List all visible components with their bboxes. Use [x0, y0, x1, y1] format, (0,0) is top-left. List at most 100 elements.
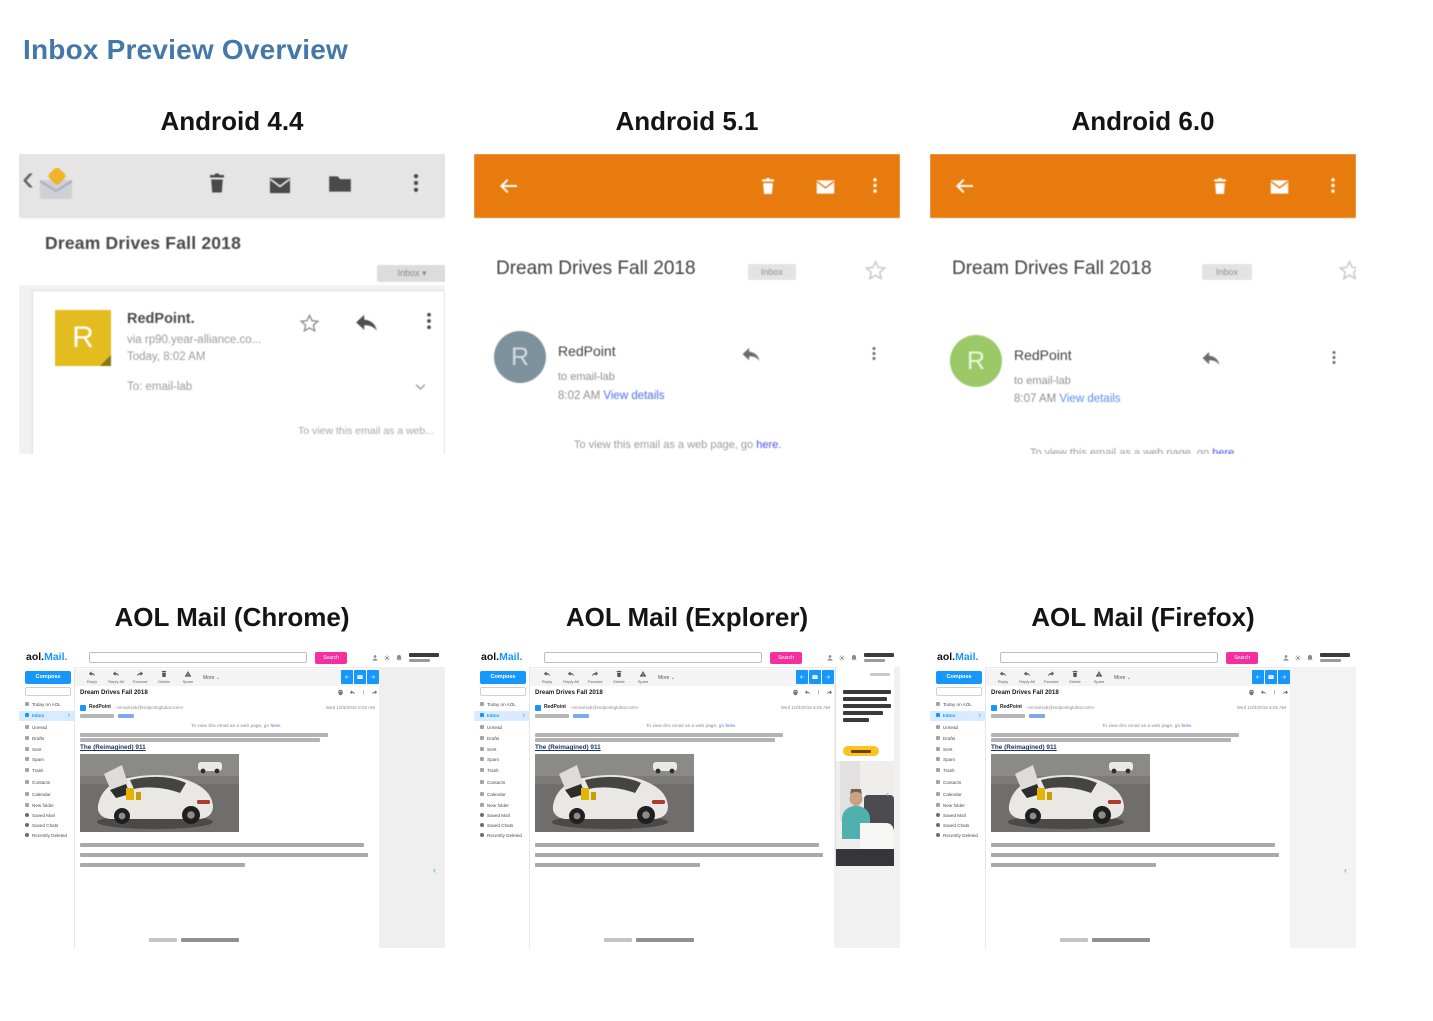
notifications-bell-icon[interactable]	[1306, 654, 1314, 662]
view-details-link[interactable]: View details	[603, 390, 664, 402]
sidebar-item-new-folder[interactable]: New folder	[930, 801, 986, 811]
sidebar-item-drafts[interactable]: Drafts	[19, 734, 75, 744]
search-contacts-input[interactable]	[480, 687, 526, 696]
spam-button[interactable]: Spam	[177, 670, 199, 684]
print-icon[interactable]	[1248, 689, 1255, 696]
forward-button[interactable]: Forward	[1040, 670, 1062, 684]
forward-icon[interactable]	[371, 689, 378, 696]
settings-gear-icon[interactable]	[1294, 654, 1302, 662]
sidebar-item-unread[interactable]: Unread	[930, 723, 986, 733]
more-menu[interactable]: More ⌄	[658, 675, 675, 681]
mark-unread-button[interactable]	[809, 670, 821, 684]
preview-aol-firefox[interactable]: aol.Mail. Search Compose Today on AOL In…	[930, 648, 1356, 948]
sidebar-item-trash[interactable]: Trash	[19, 766, 75, 776]
sidebar-item-sent[interactable]: Sent	[19, 745, 75, 755]
forward-icon[interactable]	[1282, 689, 1289, 696]
overflow-menu-icon[interactable]	[866, 342, 882, 365]
mark-unread-button[interactable]	[354, 670, 366, 684]
preview-aol-chrome[interactable]: aol.Mail. Search Compose Today on AOL In…	[19, 648, 445, 948]
next-message-button[interactable]	[1278, 670, 1290, 684]
compose-button[interactable]: Compose	[25, 671, 71, 684]
reply-icon[interactable]	[1260, 689, 1267, 696]
sidebar-item-trash[interactable]: Trash	[930, 766, 986, 776]
search-contacts-input[interactable]	[936, 687, 982, 696]
sidebar-item-saved-chats[interactable]: Saved Chats	[19, 821, 75, 831]
preview-android-6-0[interactable]: Dream Drives Fall 2018 Inbox R RedPoint …	[930, 154, 1356, 454]
compose-button[interactable]: Compose	[936, 671, 982, 684]
footer-link-placeholder[interactable]	[1092, 938, 1150, 942]
sidebar-item-calendar[interactable]: Calendar	[19, 790, 75, 800]
ad-panel[interactable]: ‹	[835, 667, 894, 866]
back-icon[interactable]: ‹	[22, 160, 34, 196]
label-chip[interactable]: Inbox ▾	[377, 265, 445, 282]
reply-icon[interactable]	[1200, 348, 1222, 370]
slider-chevron-icon[interactable]: ‹	[886, 789, 889, 799]
web-note-link[interactable]: here.	[1212, 447, 1237, 454]
more-menu[interactable]: More ⌄	[1114, 675, 1131, 681]
chevron-down-icon[interactable]	[413, 379, 428, 394]
reply-all-button[interactable]: Reply All	[560, 670, 582, 684]
delete-button[interactable]: Delete	[153, 670, 175, 684]
search-contacts-input[interactable]	[25, 687, 71, 696]
sidebar-item-contacts[interactable]: Contacts	[19, 778, 75, 788]
sidebar-item-saved-mail[interactable]: Saved Mail	[474, 811, 530, 821]
reply-button[interactable]: Reply	[536, 670, 558, 684]
article-link[interactable]: The (Reimagined) 911	[535, 744, 601, 751]
article-link[interactable]: The (Reimagined) 911	[991, 744, 1057, 751]
preview-aol-explorer[interactable]: aol.Mail. Search Compose Today on AOL In…	[474, 648, 900, 948]
sidebar-item-drafts[interactable]: Drafts	[930, 734, 986, 744]
settings-gear-icon[interactable]	[383, 654, 391, 662]
overflow-menu-icon[interactable]	[1272, 689, 1277, 696]
next-message-button[interactable]	[822, 670, 834, 684]
sidebar-item-saved-chats[interactable]: Saved Chats	[930, 821, 986, 831]
sidebar-item-spam[interactable]: Spam	[474, 755, 530, 765]
back-icon[interactable]	[496, 174, 520, 198]
account-name-placeholder[interactable]	[1320, 653, 1350, 657]
forward-icon[interactable]	[826, 689, 833, 696]
details-link-placeholder[interactable]	[573, 714, 589, 718]
sidebar-item-recently-deleted[interactable]: Recently Deleted	[930, 831, 986, 841]
next-message-button[interactable]	[367, 670, 379, 684]
trash-icon[interactable]	[205, 170, 229, 197]
back-icon[interactable]	[952, 174, 976, 198]
sidebar-item-today-on-aol[interactable]: Today on AOL	[930, 700, 986, 710]
reply-icon[interactable]	[804, 689, 811, 696]
mark-unread-envelope-icon[interactable]	[812, 177, 839, 197]
contacts-icon[interactable]	[826, 654, 834, 662]
slider-chevron-icon[interactable]: ‹	[433, 865, 436, 875]
sidebar-item-new-folder[interactable]: New folder	[474, 801, 530, 811]
search-button[interactable]: Search	[315, 652, 347, 664]
mark-unread-envelope-icon[interactable]	[265, 174, 295, 197]
settings-gear-icon[interactable]	[838, 654, 846, 662]
spam-button[interactable]: Spam	[632, 670, 654, 684]
sidebar-item-today-on-aol[interactable]: Today on AOL	[19, 700, 75, 710]
overflow-menu-icon[interactable]	[1326, 346, 1342, 369]
sidebar-item-saved-chats[interactable]: Saved Chats	[474, 821, 530, 831]
search-input[interactable]	[1000, 652, 1218, 663]
reply-button[interactable]: Reply	[81, 670, 103, 684]
sidebar-item-calendar[interactable]: Calendar	[930, 790, 986, 800]
forward-button[interactable]: Forward	[129, 670, 151, 684]
more-menu[interactable]: More ⌄	[203, 675, 220, 681]
preview-android-4-4[interactable]: ‹ Dream Drives Fall 2018 Inbox ▾ R RedPo…	[19, 154, 445, 454]
delete-button[interactable]: Delete	[1064, 670, 1086, 684]
star-icon[interactable]	[864, 259, 887, 282]
sidebar-item-trash[interactable]: Trash	[474, 766, 530, 776]
sidebar-item-saved-mail[interactable]: Saved Mail	[930, 811, 986, 821]
star-icon[interactable]	[1338, 259, 1356, 282]
contacts-icon[interactable]	[371, 654, 379, 662]
sidebar-item-spam[interactable]: Spam	[19, 755, 75, 765]
reply-all-button[interactable]: Reply All	[105, 670, 127, 684]
sidebar-item-saved-mail[interactable]: Saved Mail	[19, 811, 75, 821]
article-link[interactable]: The (Reimagined) 911	[80, 744, 146, 751]
reply-all-button[interactable]: Reply All	[1016, 670, 1038, 684]
sidebar-item-inbox[interactable]: Inbox›	[930, 711, 986, 721]
trash-icon[interactable]	[1210, 175, 1230, 198]
sidebar-item-sent[interactable]: Sent	[474, 745, 530, 755]
account-name-placeholder[interactable]	[864, 653, 894, 657]
footer-link-placeholder[interactable]	[636, 938, 694, 942]
search-button[interactable]: Search	[770, 652, 802, 664]
reply-icon[interactable]	[353, 310, 380, 337]
sidebar-item-recently-deleted[interactable]: Recently Deleted	[19, 831, 75, 841]
sidebar-item-today-on-aol[interactable]: Today on AOL	[474, 700, 530, 710]
